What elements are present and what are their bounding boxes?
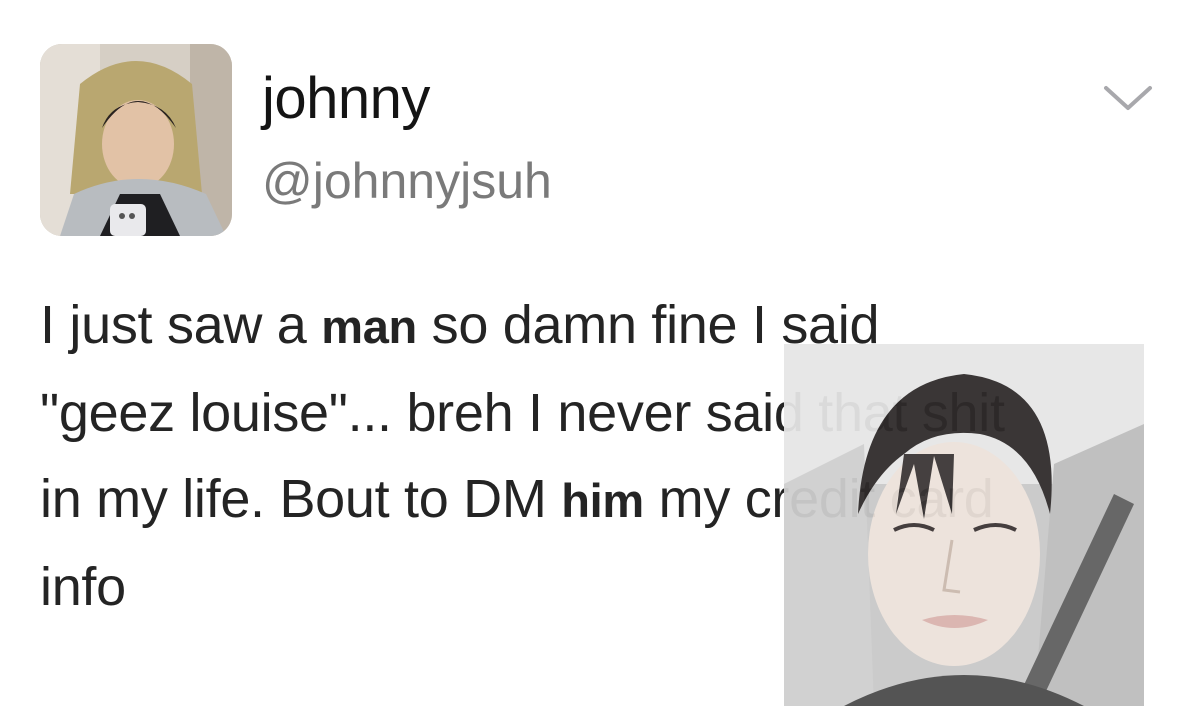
avatar[interactable] xyxy=(40,44,232,236)
text-segment: in my life. Bout to DM xyxy=(40,469,562,529)
avatar-photo xyxy=(40,44,232,236)
text-segment-bold: him xyxy=(561,474,644,527)
text-segment: info xyxy=(40,557,126,617)
chevron-down-icon[interactable] xyxy=(1100,80,1156,116)
overlay-photo xyxy=(784,344,1144,706)
text-segment: I just saw a xyxy=(40,295,322,355)
username-handle[interactable]: @johnnyjsuh xyxy=(262,152,552,210)
text-segment-bold: man xyxy=(321,300,417,353)
display-name[interactable]: johnny xyxy=(262,66,430,132)
